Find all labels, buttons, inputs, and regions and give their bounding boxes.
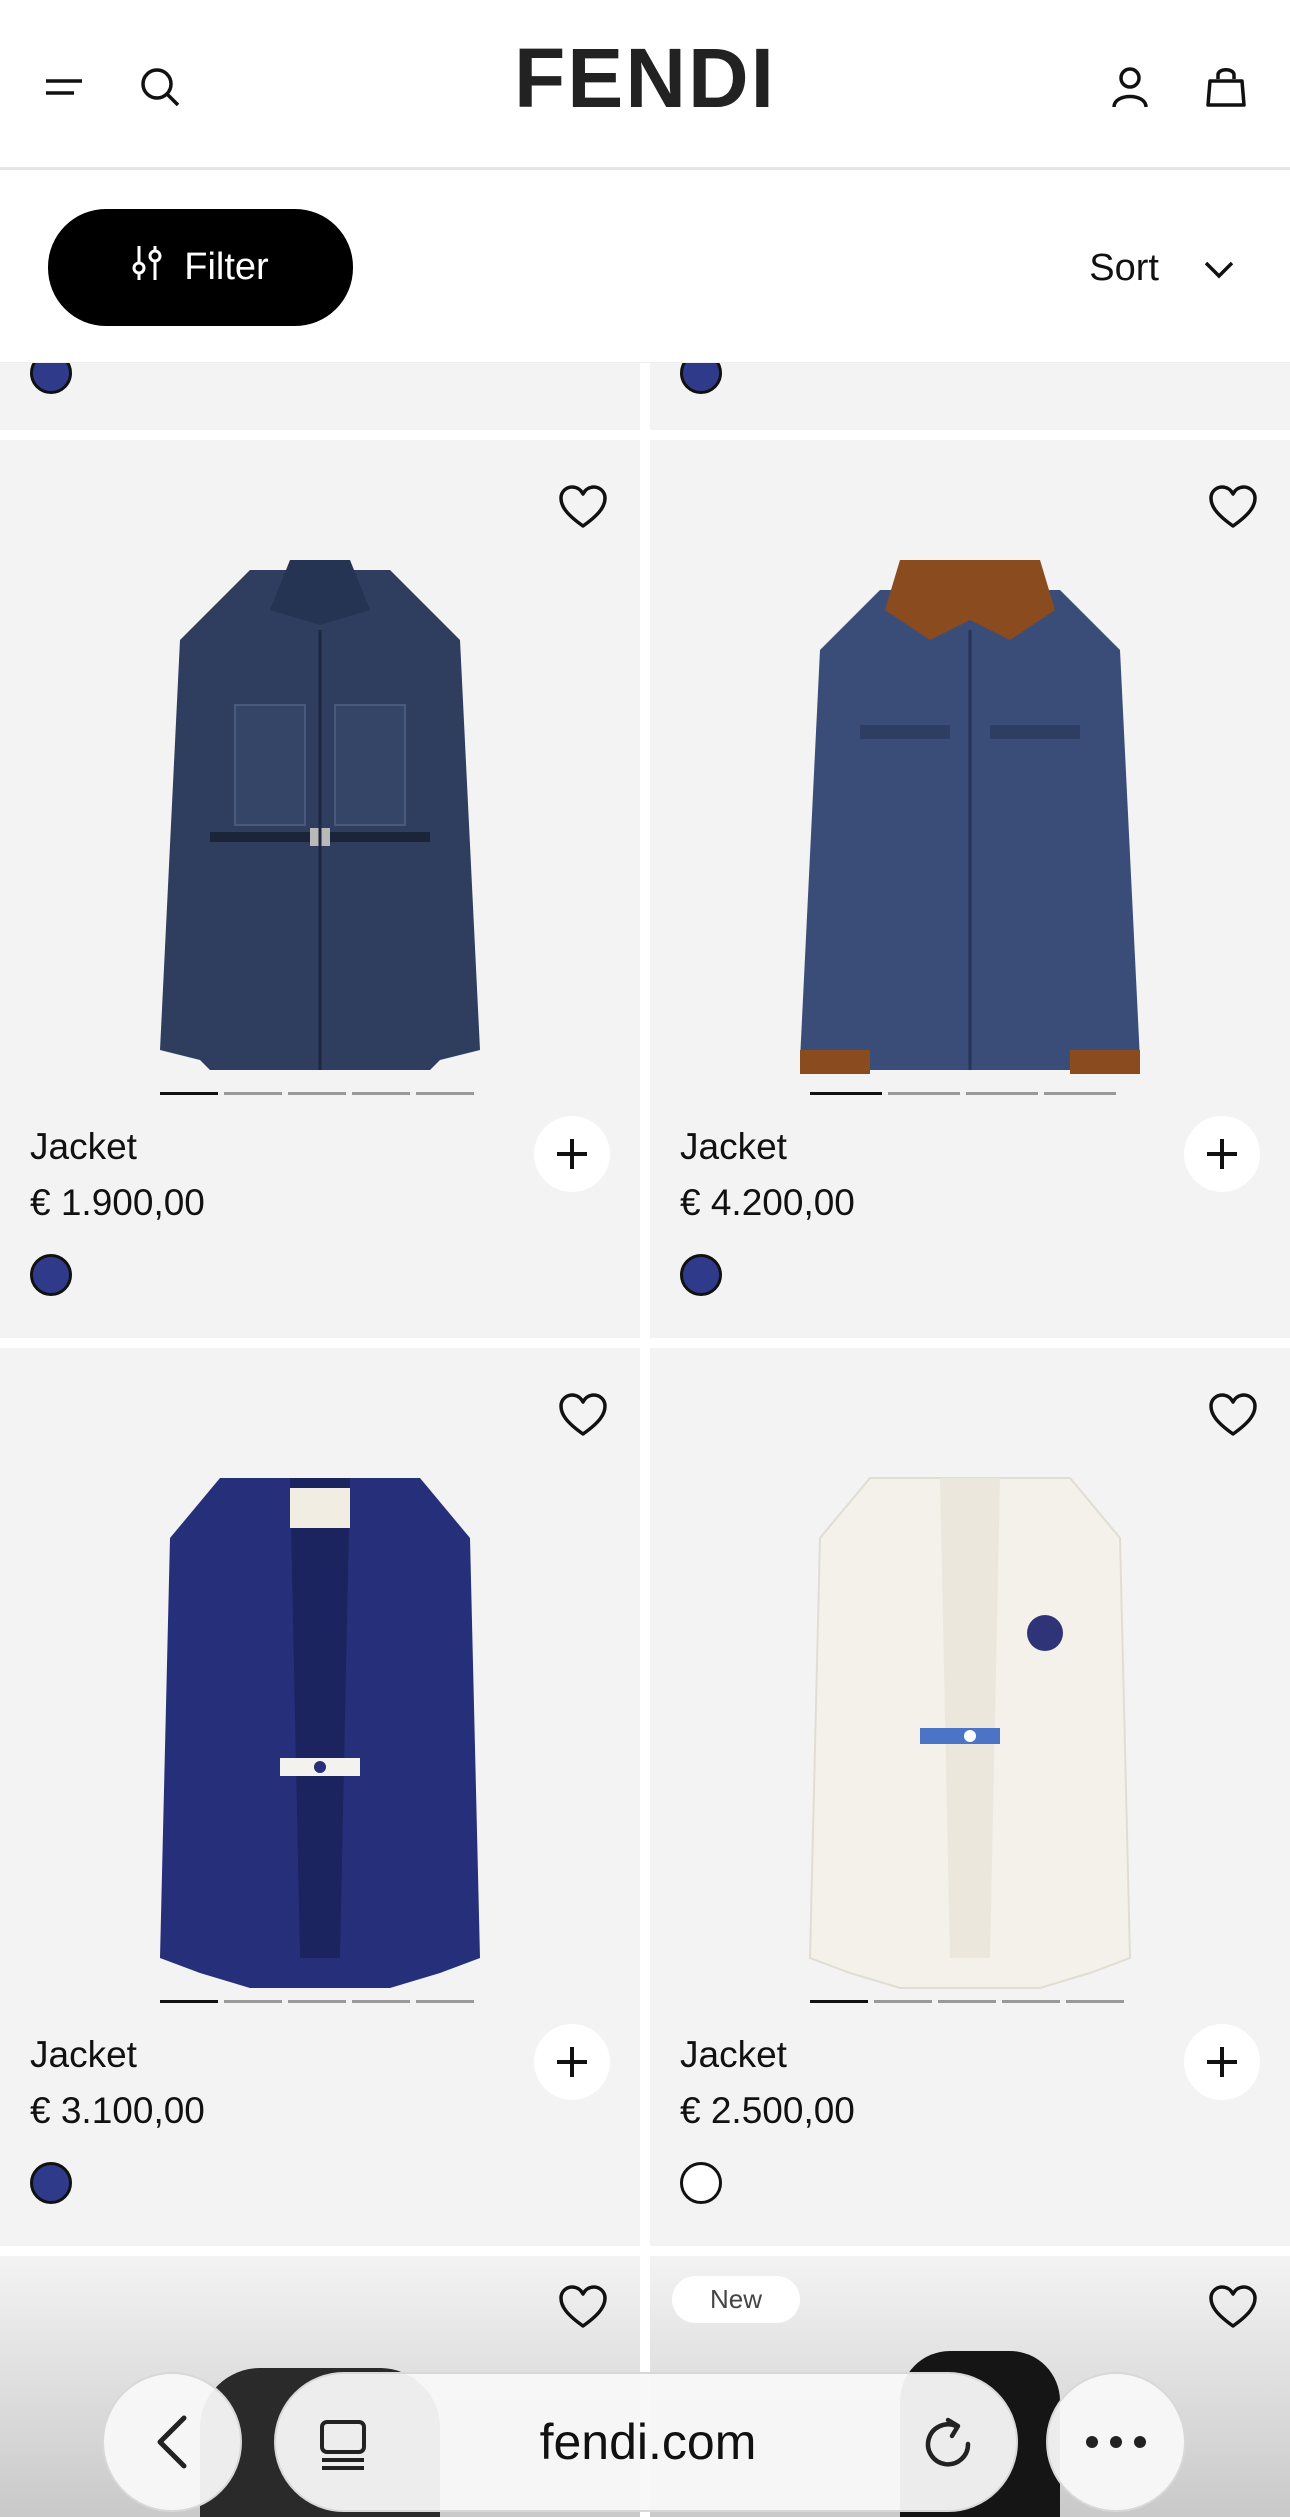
url-text[interactable]: fendi.com — [276, 2374, 1020, 2510]
image-carousel-indicator[interactable] — [160, 1092, 474, 1095]
product-price: € 3.100,00 — [30, 2090, 205, 2131]
product-image[interactable] — [0, 1428, 640, 2028]
color-swatch[interactable] — [30, 1254, 72, 1296]
filter-sort-bar: Filter Sort — [0, 173, 1290, 363]
image-carousel-indicator[interactable] — [160, 2000, 474, 2003]
product-price: € 2.500,00 — [680, 2090, 855, 2131]
filter-button[interactable]: Filter — [48, 209, 353, 326]
address-bar[interactable]: fendi.com — [274, 2372, 1018, 2512]
image-carousel-indicator[interactable] — [810, 2000, 1124, 2003]
add-to-bag-button[interactable] — [1184, 2024, 1260, 2100]
account-icon[interactable] — [1098, 55, 1162, 119]
add-to-bag-button[interactable] — [534, 2024, 610, 2100]
product-price: € 4.200,00 — [680, 1182, 855, 1223]
page: FENDI Filter Sort Jacket € 1.900,00 Jack… — [0, 0, 1290, 2517]
filter-sliders-icon — [132, 244, 162, 292]
color-swatch[interactable] — [680, 1254, 722, 1296]
product-tile[interactable]: Jacket € 1.900,00 — [0, 440, 640, 1338]
product-tile[interactable]: Jacket € 2.500,00 — [650, 1348, 1290, 2246]
product-name[interactable]: Jacket — [680, 1126, 787, 1168]
top-header: FENDI — [0, 0, 1290, 170]
wishlist-heart-icon[interactable] — [1208, 2284, 1258, 2334]
wishlist-heart-icon[interactable] — [558, 2284, 608, 2334]
product-name[interactable]: Jacket — [30, 1126, 137, 1168]
more-options-button[interactable] — [1046, 2372, 1186, 2512]
add-to-bag-button[interactable] — [1184, 1116, 1260, 1192]
product-price: € 1.900,00 — [30, 1182, 205, 1223]
browser-toolbar: fendi.com — [0, 2360, 1290, 2517]
color-swatch[interactable] — [680, 2162, 722, 2204]
product-name[interactable]: Jacket — [30, 2034, 137, 2076]
product-image[interactable] — [0, 500, 640, 1140]
reload-icon[interactable] — [920, 2416, 976, 2477]
product-tile[interactable]: Jacket € 4.200,00 — [650, 440, 1290, 1338]
sort-label: Sort — [1089, 246, 1159, 289]
product-tile[interactable]: Jacket € 3.100,00 — [0, 1348, 640, 2246]
wishlist-heart-icon[interactable] — [558, 1392, 608, 1442]
wishlist-heart-icon[interactable] — [1208, 1392, 1258, 1442]
filter-label: Filter — [184, 246, 269, 288]
new-badge: New — [672, 2276, 801, 2323]
brand-logo[interactable]: FENDI — [0, 30, 1290, 127]
product-grid: Jacket € 1.900,00 Jacket € 4.200,00 Jack… — [0, 0, 1290, 2517]
image-carousel-indicator[interactable] — [810, 1092, 1116, 1095]
back-button[interactable] — [102, 2372, 242, 2512]
product-image[interactable] — [650, 500, 1290, 1140]
add-to-bag-button[interactable] — [534, 1116, 610, 1192]
chevron-down-icon — [1203, 247, 1235, 290]
product-image[interactable] — [650, 1428, 1290, 2028]
shopping-bag-icon[interactable] — [1194, 55, 1258, 119]
color-swatch[interactable] — [30, 2162, 72, 2204]
sort-dropdown[interactable]: Sort — [1089, 233, 1235, 303]
wishlist-heart-icon[interactable] — [558, 484, 608, 534]
wishlist-heart-icon[interactable] — [1208, 484, 1258, 534]
product-name[interactable]: Jacket — [680, 2034, 787, 2076]
